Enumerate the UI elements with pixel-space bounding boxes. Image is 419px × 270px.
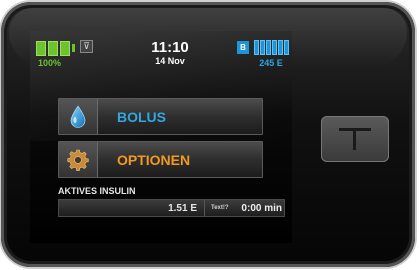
bolus-label: BOLUS — [117, 109, 166, 125]
active-insulin-text: Text!? — [211, 205, 229, 211]
divider — [204, 200, 205, 216]
active-insulin-title: AKTIVES INSULIN — [58, 186, 136, 196]
clock-time: 11:10 — [151, 39, 189, 56]
optionen-icon-cell — [59, 142, 98, 177]
drop-icon — [70, 104, 86, 128]
t-logo-stem — [353, 128, 356, 150]
pump-device: 100% ⊽ 11:10 14 Nov B 245 E BOLUS OPTION… — [1, 2, 415, 267]
insulin-segment — [266, 40, 271, 55]
active-insulin-bar[interactable]: 1.51 E Text!? 0:00 min — [58, 199, 285, 217]
active-insulin-time: 0:00 min — [241, 203, 282, 214]
insulin-units-remaining: 245 E — [259, 58, 283, 68]
battery-cap — [72, 44, 75, 52]
active-insulin-units: 1.51 E — [168, 203, 197, 214]
insulin-segment — [278, 40, 283, 55]
touch-screen: 100% ⊽ 11:10 14 Nov B 245 E BOLUS OPTION… — [30, 31, 292, 243]
battery-segment — [60, 41, 70, 56]
battery-segment — [36, 41, 46, 56]
insulin-level-indicator — [254, 40, 289, 55]
battery-percent: 100% — [38, 58, 62, 68]
optionen-label: OPTIONEN — [117, 152, 191, 168]
basal-badge: B — [237, 41, 249, 54]
clock-date: 14 Nov — [155, 56, 185, 66]
battery-segment — [48, 41, 58, 56]
insulin-segment — [284, 40, 289, 55]
insulin-segment — [272, 40, 277, 55]
bolus-icon-cell — [59, 99, 98, 134]
battery-indicator — [36, 41, 75, 56]
signal-icon: ⊽ — [80, 40, 93, 53]
bolus-button[interactable]: BOLUS — [58, 98, 263, 135]
insulin-segment — [254, 40, 259, 55]
insulin-segment — [260, 40, 265, 55]
optionen-button[interactable]: OPTIONEN — [58, 141, 263, 178]
screen-on-button[interactable] — [321, 116, 389, 162]
gear-icon — [67, 149, 89, 171]
